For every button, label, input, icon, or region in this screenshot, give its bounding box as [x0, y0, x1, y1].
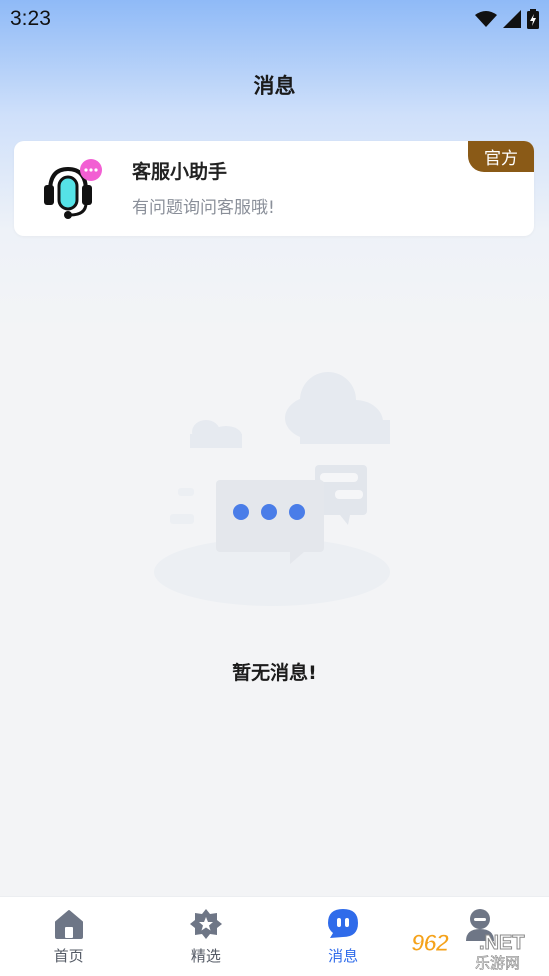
status-icons [475, 9, 539, 29]
contact-name: 客服小助手 [132, 161, 228, 183]
tab-messages-label: 消息 [328, 947, 359, 965]
message-icon [328, 909, 359, 938]
star-gear-icon [189, 909, 222, 939]
watermark-number: 962 [410, 930, 449, 958]
tab-messages[interactable]: 消息 [275, 897, 412, 976]
customer-service-card[interactable]: 客服小助手 有问题询问客服哦! 官方 [14, 141, 534, 236]
tab-featured[interactable]: 精选 [137, 897, 274, 976]
home-icon [54, 910, 83, 939]
official-badge: 官方 [468, 141, 534, 172]
page-title: 消息 [253, 74, 296, 98]
tab-home-label: 首页 [53, 947, 84, 965]
empty-state-text: 暂无消息! [232, 662, 317, 684]
watermark-chinese: 乐游网 [475, 954, 521, 973]
wifi-icon [475, 11, 497, 27]
status-time: 3:23 [10, 7, 51, 30]
watermark-logo: 962 .NET 乐游网 [410, 930, 543, 973]
contact-subtitle: 有问题询问客服哦! [132, 198, 275, 218]
empty-chat-illustration [154, 372, 390, 606]
headset-chat-icon [44, 159, 102, 219]
status-bar: 3:23 [0, 0, 549, 38]
battery-icon [527, 9, 539, 29]
signal-icon [503, 10, 521, 28]
tab-home[interactable]: 首页 [0, 897, 137, 976]
tab-featured-label: 精选 [190, 947, 221, 965]
